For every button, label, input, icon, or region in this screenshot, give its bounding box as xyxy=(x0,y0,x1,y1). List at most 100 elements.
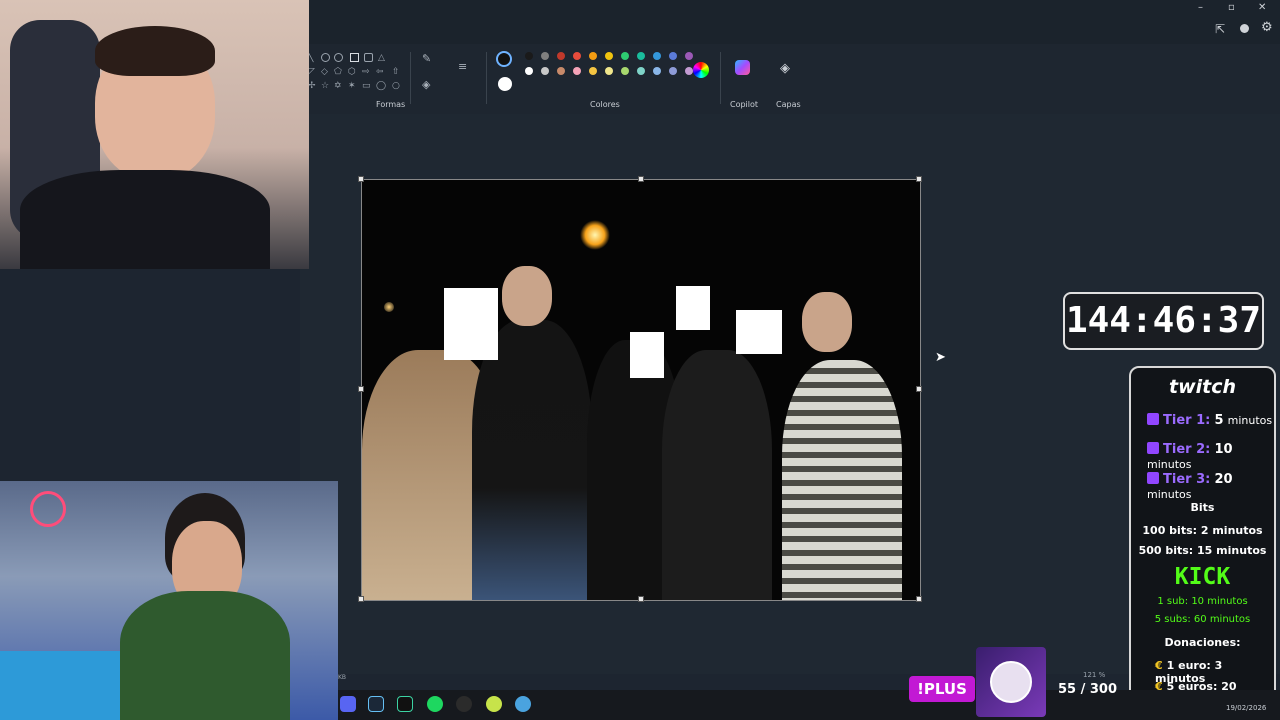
sub-rewards-panel: twitch Tier 1: 5 minutos Tier 2: 10 minu… xyxy=(1129,366,1276,706)
settings-icon[interactable]: ⚙ xyxy=(1261,20,1273,35)
terminal-icon[interactable] xyxy=(397,696,413,712)
ribbon-toolbar: ╲ △ ◸ ◇ ⬠ ⬡ ⇨ ⇦ ⇧ ✢ ☆ ✡ ✶ ▭ ◯ ○ Formas ✎… xyxy=(300,44,1280,115)
webcam-streamer-2 xyxy=(0,481,338,720)
minimize-button[interactable]: – xyxy=(1198,2,1203,13)
shelf xyxy=(0,651,120,720)
face xyxy=(802,292,852,352)
tier-3-row: Tier 3: 20 minutos xyxy=(1147,472,1233,501)
steam-icon[interactable] xyxy=(368,696,384,712)
zoom-level: 121 % xyxy=(1083,671,1106,679)
plus-badge: !PLUS xyxy=(909,676,975,702)
color-swatch[interactable] xyxy=(525,67,533,75)
color-swatch[interactable] xyxy=(573,52,581,60)
divider xyxy=(410,52,411,104)
canvas-photo[interactable] xyxy=(361,179,921,601)
hoodie xyxy=(120,591,290,720)
colors-label: Colores xyxy=(590,100,620,109)
layers-icon[interactable]: ◈ xyxy=(780,61,790,76)
app-icon[interactable] xyxy=(456,696,472,712)
resize-handle[interactable] xyxy=(638,596,644,602)
kick-logo: KICK xyxy=(1174,564,1231,590)
color-swatch[interactable] xyxy=(621,52,629,60)
edit-colors-icon[interactable] xyxy=(693,62,709,78)
kick-row: 5 subs: 60 minutos xyxy=(1154,614,1251,625)
size-icon[interactable]: ≡ xyxy=(458,60,467,73)
color-swatch[interactable] xyxy=(589,67,597,75)
hair xyxy=(95,26,215,76)
color-swatch[interactable] xyxy=(653,52,661,60)
channel-emblem xyxy=(976,647,1046,717)
webcam-streamer-1 xyxy=(0,0,309,269)
resize-handle[interactable] xyxy=(916,596,922,602)
fill-icon[interactable]: ◈ xyxy=(422,78,430,91)
spotify-icon[interactable] xyxy=(427,696,443,712)
censor-box xyxy=(630,332,664,378)
color2-swatch[interactable] xyxy=(498,77,512,91)
layers-label: Capas xyxy=(776,100,801,109)
progress-counter: 55 / 300 xyxy=(1058,682,1118,697)
divider xyxy=(486,52,487,104)
color-swatch[interactable] xyxy=(669,67,677,75)
taskbar xyxy=(338,690,1280,720)
outline-icon[interactable]: ✎ xyxy=(422,52,431,65)
maximize-button[interactable]: ▫ xyxy=(1228,2,1235,13)
copilot-icon[interactable] xyxy=(735,60,750,75)
subathon-timer: 144:46:37 xyxy=(1063,292,1264,350)
resize-handle[interactable] xyxy=(358,176,364,182)
file-size-unit: KB xyxy=(338,674,347,681)
app2-icon[interactable] xyxy=(486,696,502,712)
color-palette[interactable] xyxy=(525,52,693,92)
resize-handle[interactable] xyxy=(358,386,364,392)
color-swatch[interactable] xyxy=(637,52,645,60)
color-swatch[interactable] xyxy=(605,67,613,75)
copilot-label: Copilot xyxy=(730,100,759,109)
color1-swatch[interactable] xyxy=(496,51,512,67)
account-icon[interactable] xyxy=(1240,24,1249,33)
color-swatch[interactable] xyxy=(685,67,693,75)
resize-handle[interactable] xyxy=(358,596,364,602)
color-swatch[interactable] xyxy=(573,67,581,75)
color-swatch[interactable] xyxy=(653,67,661,75)
kick-row: 1 sub: 10 minutos xyxy=(1157,596,1248,607)
bits-row: 500 bits: 15 minutos xyxy=(1138,544,1267,557)
color-swatch[interactable] xyxy=(589,52,597,60)
color-swatch[interactable] xyxy=(541,52,549,60)
color-swatch[interactable] xyxy=(685,52,693,60)
face xyxy=(502,266,552,326)
resize-handle[interactable] xyxy=(638,176,644,182)
distant-light xyxy=(384,302,394,312)
euro-icon: € xyxy=(1155,659,1163,672)
tier-1-row: Tier 1: 5 minutos xyxy=(1147,413,1272,428)
bits-title: Bits xyxy=(1190,501,1215,514)
twitch-icon xyxy=(1147,442,1159,454)
shapes-label: Formas xyxy=(376,100,406,109)
resize-handle[interactable] xyxy=(916,386,922,392)
bits-row: 100 bits: 2 minutos xyxy=(1142,524,1263,537)
color-swatch[interactable] xyxy=(637,67,645,75)
person-5 xyxy=(782,360,902,600)
shirt xyxy=(20,170,270,269)
color-swatch[interactable] xyxy=(525,52,533,60)
censor-box xyxy=(736,310,782,354)
color-swatch[interactable] xyxy=(621,67,629,75)
mouse-cursor-icon: ➤ xyxy=(935,350,946,365)
color-swatch[interactable] xyxy=(605,52,613,60)
donations-title: Donaciones: xyxy=(1164,636,1241,649)
resize-handle[interactable] xyxy=(916,176,922,182)
person-4 xyxy=(662,350,772,600)
close-button[interactable]: ✕ xyxy=(1258,2,1266,13)
color-swatch[interactable] xyxy=(557,52,565,60)
taskbar-date: 19/02/2026 xyxy=(1226,704,1267,712)
twitch-icon xyxy=(1147,413,1159,425)
neon-sign xyxy=(30,491,66,527)
shapes-gallery[interactable]: ╲ △ ◸ ◇ ⬠ ⬡ ⇨ ⇦ ⇧ ✢ ☆ ✡ ✶ ▭ ◯ ○ xyxy=(308,50,408,94)
color-swatch[interactable] xyxy=(557,67,565,75)
person-2 xyxy=(472,320,592,600)
divider xyxy=(720,52,721,104)
color-swatch[interactable] xyxy=(541,67,549,75)
color-swatch[interactable] xyxy=(669,52,677,60)
browser-icon[interactable] xyxy=(515,696,531,712)
discord-icon[interactable] xyxy=(340,696,356,712)
tier-2-row: Tier 2: 10 minutos xyxy=(1147,442,1233,471)
share-icon[interactable]: ⇱ xyxy=(1215,22,1225,36)
